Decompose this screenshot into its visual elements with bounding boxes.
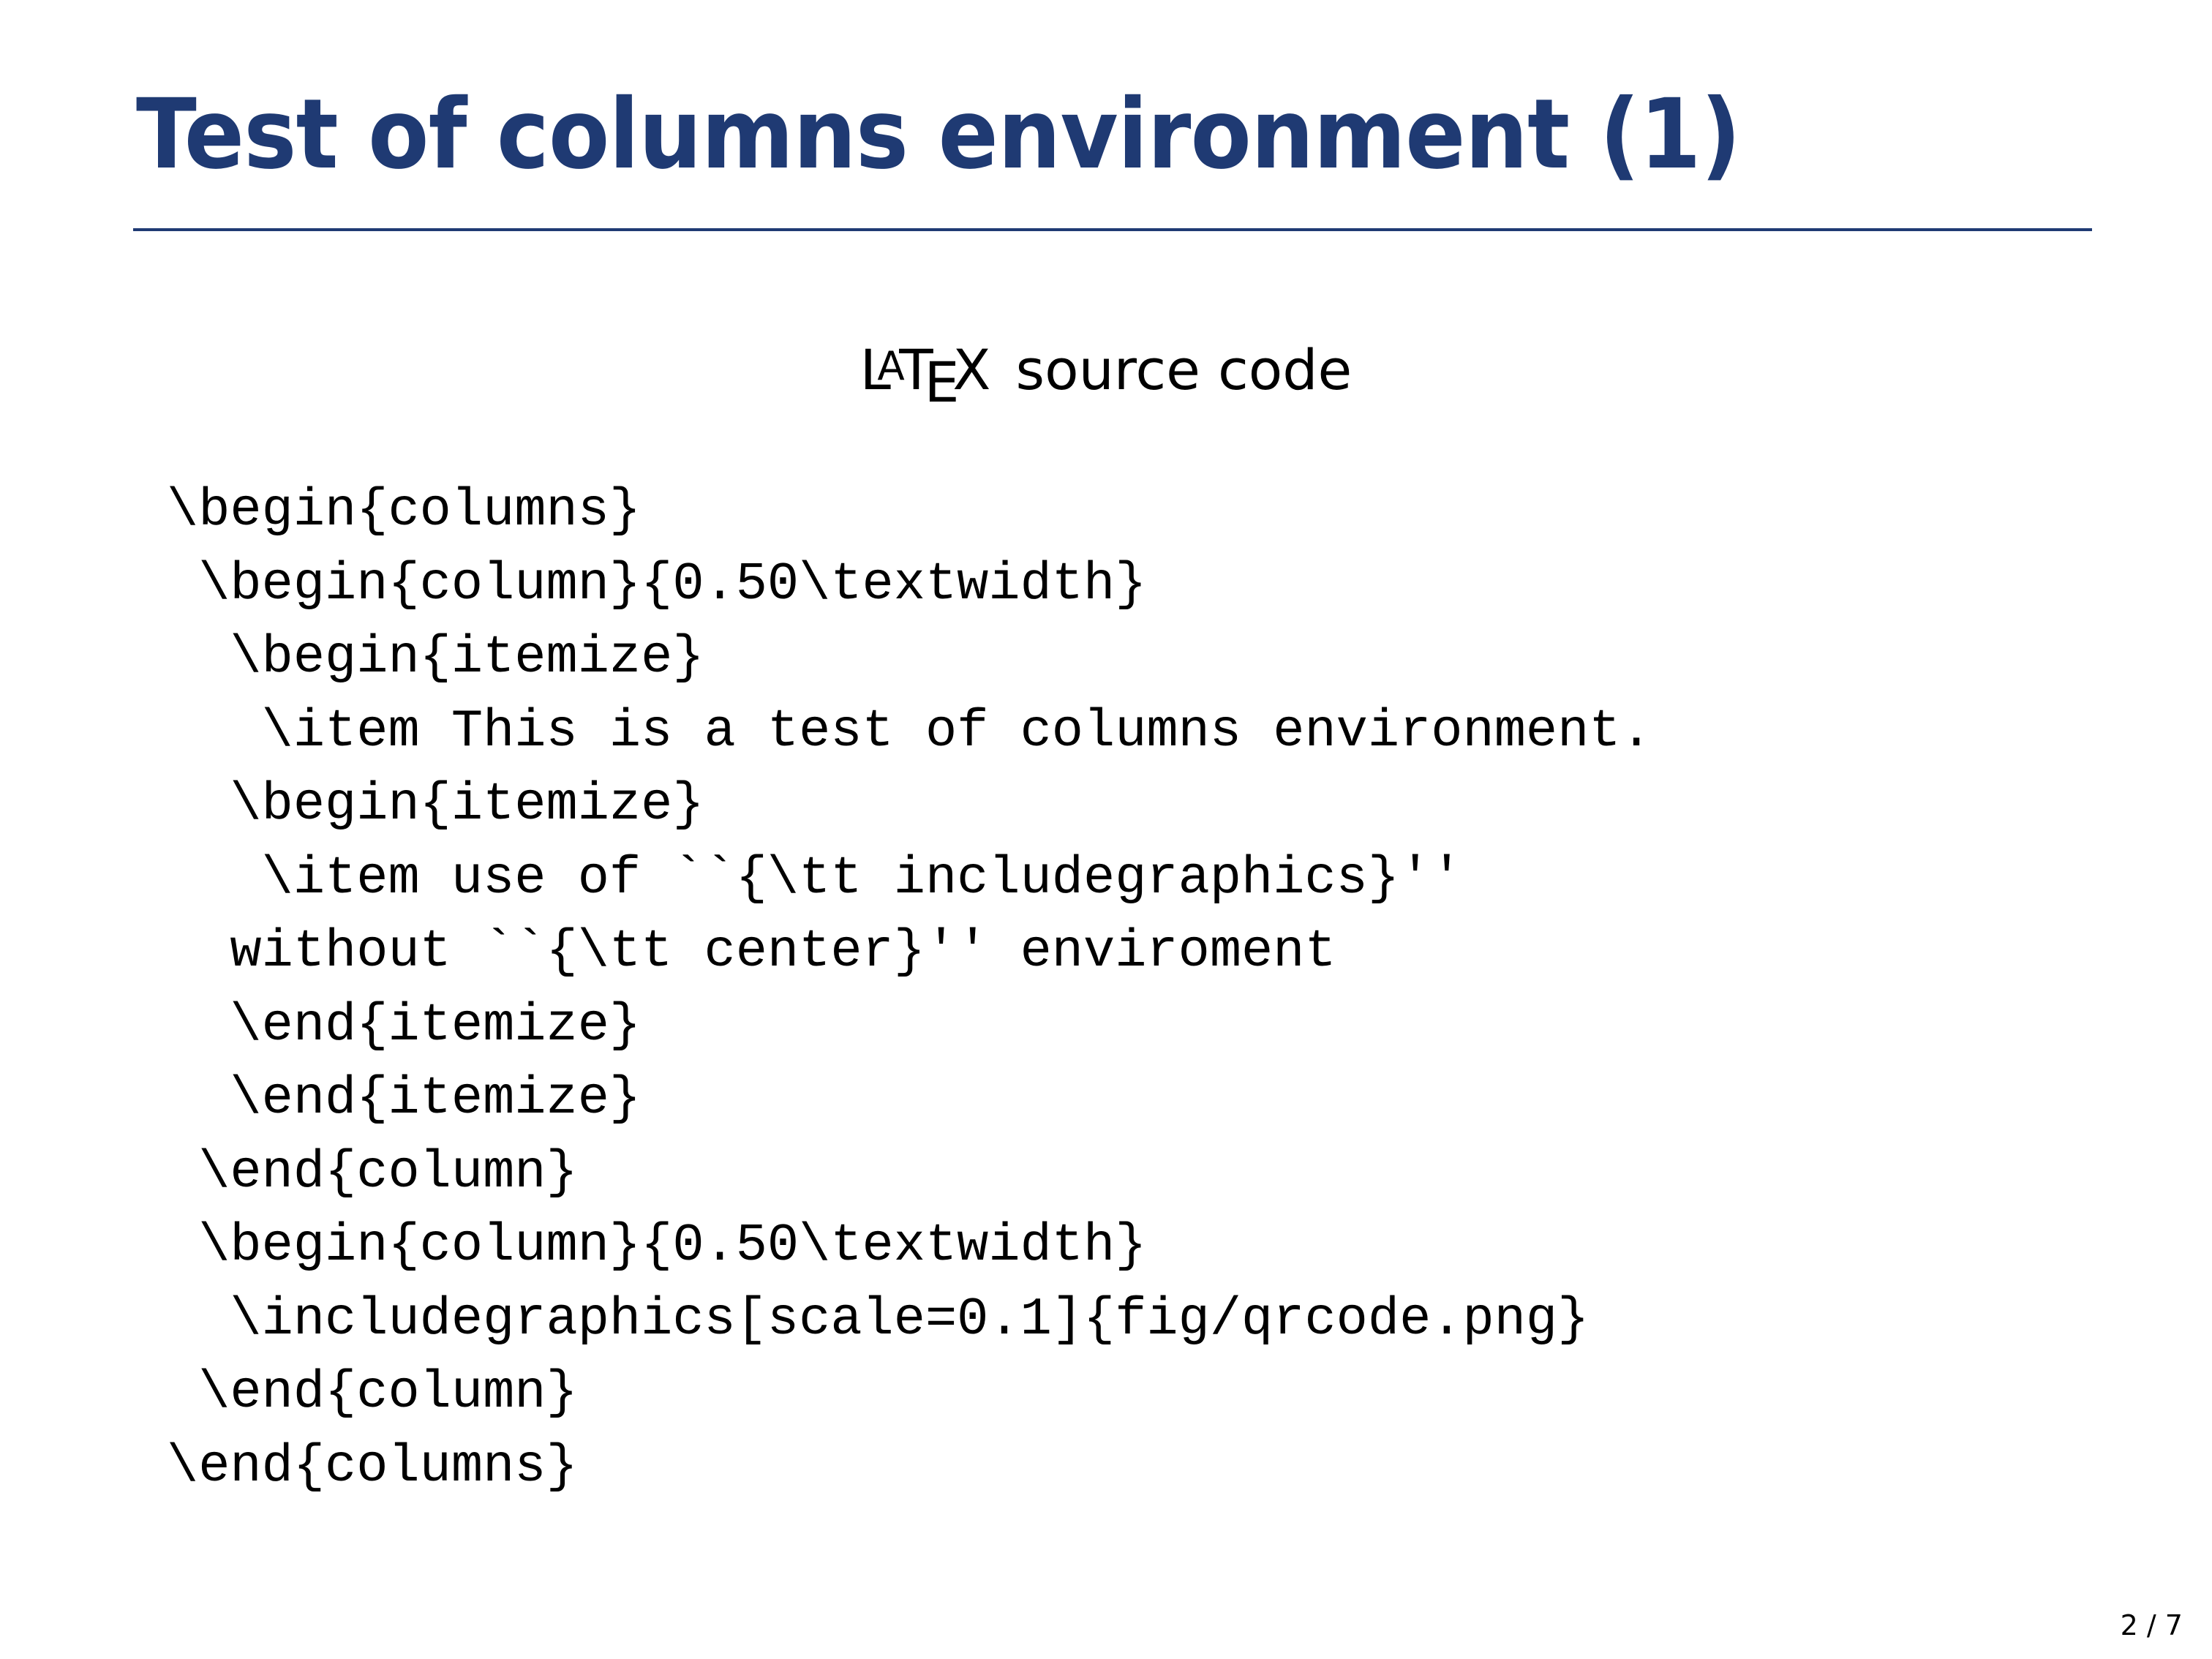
code-line: \item use of ``{\tt includegraphics}'' [167,848,1463,908]
code-line: \end{column} [167,1142,578,1203]
block-heading: LATEX source code [0,342,2212,410]
latex-logo-x: X [952,337,991,402]
code-line: \end{itemize} [167,1069,642,1129]
frame-title: Test of columns environment (1) [136,78,1741,191]
code-line: \includegraphics[scale=0.1]{fig/qrcode.p… [167,1289,1590,1350]
code-line: \begin{itemize} [167,775,704,835]
block-heading-text: source code [1015,337,1353,402]
code-line: \begin{column}{0.50\textwidth} [167,554,1147,614]
latex-code-block: \begin{columns} \begin{column}{0.50\text… [167,474,1652,1503]
code-line: \end{itemize} [167,995,642,1056]
code-line: \end{column} [167,1363,578,1423]
latex-logo: LATEX [860,342,991,410]
code-line: \begin{itemize} [167,628,704,688]
slide: Test of columns environment (1) LATEX sou… [0,0,2212,1659]
code-line: \begin{column}{0.50\textwidth} [167,1216,1147,1276]
code-line: \begin{columns} [167,481,642,541]
code-line: without ``{\tt center}'' enviroment [167,922,1336,982]
title-rule [133,228,2092,231]
code-line: \end{columns} [167,1436,578,1497]
page-number: 2 / 7 [2120,1609,2183,1641]
code-line: \item This is a test of columns environm… [167,701,1652,761]
